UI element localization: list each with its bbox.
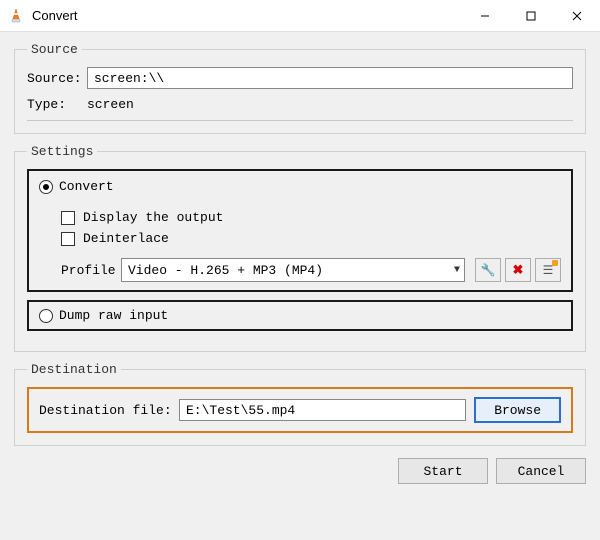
window-title: Convert [32, 8, 462, 23]
profile-label: Profile [61, 263, 121, 278]
source-group: Source Source: Type: screen [14, 42, 586, 134]
dump-raw-box: Dump raw input [27, 300, 573, 331]
new-badge-icon [552, 260, 558, 266]
wrench-icon: 🔧 [481, 263, 496, 277]
destination-highlight: Destination file: Browse [27, 387, 573, 433]
dialog-content: Source Source: Type: screen Settings Con… [0, 32, 600, 496]
destination-file-label: Destination file: [39, 403, 179, 418]
source-separator [27, 120, 573, 121]
type-value: screen [87, 97, 134, 112]
settings-legend: Settings [27, 144, 97, 159]
chevron-down-icon: ▼ [454, 265, 460, 276]
titlebar: Convert [0, 0, 600, 32]
delete-profile-button[interactable]: ✖ [505, 258, 531, 282]
cancel-button[interactable]: Cancel [496, 458, 586, 484]
profile-value: Video - H.265 + MP3 (MP4) [128, 263, 323, 278]
source-label: Source: [27, 71, 87, 86]
delete-icon: ✖ [513, 262, 524, 278]
start-button[interactable]: Start [398, 458, 488, 484]
type-label: Type: [27, 97, 87, 112]
window-controls [462, 0, 600, 31]
destination-file-input[interactable] [179, 399, 466, 421]
dump-raw-radio[interactable] [39, 309, 53, 323]
maximize-button[interactable] [508, 0, 554, 32]
convert-label: Convert [59, 179, 114, 194]
minimize-button[interactable] [462, 0, 508, 32]
display-output-checkbox[interactable] [61, 211, 75, 225]
app-icon [8, 8, 24, 24]
browse-button[interactable]: Browse [474, 397, 561, 423]
settings-group: Settings Convert Display the output Dein… [14, 144, 586, 352]
new-profile-button[interactable]: ☰ [535, 258, 561, 282]
convert-box: Convert Display the output Deinterlace P… [27, 169, 573, 292]
destination-group: Destination Destination file: Browse [14, 362, 586, 446]
edit-profile-button[interactable]: 🔧 [475, 258, 501, 282]
deinterlace-label: Deinterlace [83, 231, 169, 246]
source-legend: Source [27, 42, 82, 57]
source-input[interactable] [87, 67, 573, 89]
convert-radio[interactable] [39, 180, 53, 194]
deinterlace-checkbox[interactable] [61, 232, 75, 246]
profile-combobox[interactable]: Video - H.265 + MP3 (MP4) ▼ [121, 258, 465, 282]
destination-legend: Destination [27, 362, 121, 377]
display-output-label: Display the output [83, 210, 223, 225]
dialog-buttons: Start Cancel [14, 458, 586, 484]
dump-raw-label: Dump raw input [59, 308, 168, 323]
close-button[interactable] [554, 0, 600, 32]
